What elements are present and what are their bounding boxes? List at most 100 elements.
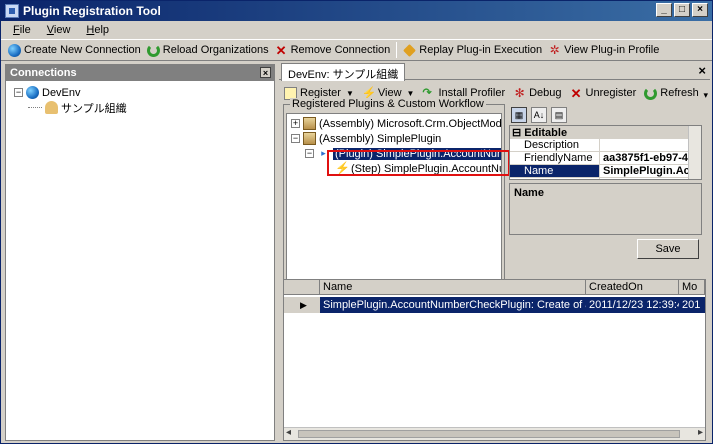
unregister-button[interactable]: ✕ Unregister <box>567 86 640 101</box>
globe-icon <box>26 86 39 99</box>
view-profile-button[interactable]: ✲ View Plug-in Profile <box>545 43 662 58</box>
column-header-modified[interactable]: Mo <box>679 280 705 294</box>
close-icon[interactable]: × <box>260 67 271 78</box>
property-key: FriendlyName <box>510 152 600 164</box>
main-toolbar: Create New Connection Reload Organizatio… <box>1 39 712 61</box>
replay-icon <box>403 43 417 57</box>
tree-item-label: (Assembly) Microsoft.Crm.ObjectModel <box>319 117 502 130</box>
remove-connection-label: Remove Connection <box>290 44 391 56</box>
toolbar-separator <box>396 42 398 58</box>
property-pages-icon[interactable]: ▤ <box>551 106 567 123</box>
reload-icon <box>146 43 160 57</box>
organization-icon <box>45 101 58 114</box>
collapse-icon[interactable]: − <box>291 134 300 143</box>
property-key: Description <box>510 139 600 151</box>
save-button[interactable]: Save <box>637 239 699 259</box>
cell-createdon[interactable]: 2011/12/23 12:39:44 <box>586 297 679 313</box>
refresh-button[interactable]: Refresh <box>641 86 702 101</box>
property-key: Name <box>510 165 600 177</box>
tab-strip: DevEnv: サンプル組織 × <box>279 62 710 81</box>
cell-modified[interactable]: 201 <box>679 297 705 313</box>
close-button[interactable]: × <box>692 3 708 17</box>
refresh-label: Refresh <box>660 87 699 99</box>
registered-plugins-label: Registered Plugins & Custom Workflow <box>290 98 486 110</box>
unregister-icon: ✕ <box>570 85 582 101</box>
properties-toolbar: ▦ A↓ ▤ <box>509 105 702 124</box>
debug-label: Debug <box>529 87 562 99</box>
table-row[interactable]: ▶ SimplePlugin.AccountNumberCheckPlugin:… <box>284 297 705 313</box>
menu-bar: File View Help <box>1 21 712 39</box>
organization-workspace: DevEnv: サンプル組織 × Register ▼ ⚡ View ▼ ↷ I… <box>279 62 710 442</box>
plugin-tree: + (Assembly) Microsoft.Crm.ObjectModel −… <box>286 113 502 297</box>
property-value[interactable] <box>600 139 701 151</box>
replay-execution-label: Replay Plug-in Execution <box>419 44 543 56</box>
registered-plugins-group: Registered Plugins & Custom Workflow + (… <box>283 98 510 304</box>
debug-button[interactable]: ✻ Debug <box>510 86 564 101</box>
expand-icon[interactable]: + <box>291 119 300 128</box>
property-category[interactable]: ⊟ Editable <box>510 126 701 139</box>
app-icon <box>5 4 19 18</box>
assembly-icon <box>303 117 316 130</box>
column-header-selector <box>284 280 320 294</box>
tree-node-label: DevEnv <box>42 86 81 99</box>
property-description: Name <box>509 183 702 235</box>
property-row-friendlyname[interactable]: FriendlyName aa3875f1-eb97-4 <box>510 152 701 165</box>
toolbar-overflow-icon[interactable]: ▾ <box>703 90 708 101</box>
property-value[interactable]: aa3875f1-eb97-4 <box>600 152 701 164</box>
menu-help[interactable]: Help <box>80 23 115 37</box>
properties-panel: ▦ A↓ ▤ ⊟ Editable Description FriendlyNa… <box>509 105 702 235</box>
tab-devenv[interactable]: DevEnv: サンプル組織 <box>281 63 406 81</box>
cell-name[interactable]: SimplePlugin.AccountNumberCheckPlugin: C… <box>320 297 586 313</box>
column-header-createdon[interactable]: CreatedOn <box>586 280 679 294</box>
assembly-icon <box>303 132 316 145</box>
steps-grid-header: Name CreatedOn Mo <box>284 280 705 295</box>
menu-file[interactable]: File <box>7 23 37 37</box>
bug-icon: ✻ <box>514 85 525 100</box>
tree-item-label: (Assembly) SimplePlugin <box>319 132 442 145</box>
replay-execution-button[interactable]: Replay Plug-in Execution <box>400 43 545 58</box>
reload-organizations-label: Reload Organizations <box>162 44 269 56</box>
dropdown-caret-icon: ▼ <box>406 88 415 98</box>
property-row-name[interactable]: Name SimplePlugin.Acc <box>510 165 701 178</box>
menu-view[interactable]: View <box>41 23 77 37</box>
create-connection-button[interactable]: Create New Connection <box>5 43 144 58</box>
property-value[interactable] <box>600 178 701 179</box>
connections-tree: − DevEnv サンプル組織 <box>6 81 274 115</box>
property-grid-scrollbar[interactable] <box>688 126 701 179</box>
close-tab-icon[interactable]: × <box>698 63 706 78</box>
categorized-icon[interactable]: ▦ <box>511 106 527 123</box>
annotation-highlight-box <box>327 150 510 176</box>
connections-title: Connections <box>10 67 77 79</box>
window-title: Plugin Registration Tool <box>23 4 161 18</box>
connections-panel: Connections × − DevEnv サンプル組織 <box>5 64 275 441</box>
steps-grid: Name CreatedOn Mo ▶ SimplePlugin.Account… <box>283 279 706 441</box>
reload-organizations-button[interactable]: Reload Organizations <box>144 43 272 58</box>
tree-item-assembly-simpleplugin[interactable]: − (Assembly) SimplePlugin <box>291 131 501 146</box>
maximize-button[interactable]: □ <box>674 3 690 17</box>
column-header-name[interactable]: Name <box>320 280 586 294</box>
property-category-label: ⊟ Editable <box>512 127 568 138</box>
collapse-icon[interactable]: − <box>305 149 314 158</box>
refresh-icon <box>644 86 658 100</box>
alphabetical-icon[interactable]: A↓ <box>531 106 547 123</box>
row-marker-icon: ▶ <box>284 297 320 313</box>
dropdown-caret-icon: ▼ <box>345 88 354 98</box>
title-bar: Plugin Registration Tool _ □ × <box>1 1 712 21</box>
steps-grid-scrollbar[interactable] <box>284 427 705 440</box>
globe-icon <box>8 43 21 57</box>
property-key: WorkflowActivity <box>510 178 600 179</box>
minimize-button[interactable]: _ <box>656 3 672 17</box>
tree-node-organization[interactable]: サンプル組織 <box>14 100 274 115</box>
property-row-description[interactable]: Description <box>510 139 701 152</box>
tree-node-devenv[interactable]: − DevEnv <box>14 85 274 100</box>
tree-item-assembly-crm[interactable]: + (Assembly) Microsoft.Crm.ObjectModel <box>291 116 501 131</box>
main-window: Plugin Registration Tool _ □ × File View… <box>0 0 713 444</box>
tree-connector <box>28 107 42 108</box>
view-profile-label: View Plug-in Profile <box>564 44 660 56</box>
property-row-workflowactivity[interactable]: WorkflowActivity <box>510 178 701 179</box>
property-value[interactable]: SimplePlugin.Acc <box>600 165 701 177</box>
collapse-icon[interactable]: − <box>14 88 23 97</box>
remove-connection-button[interactable]: ✕ Remove Connection <box>272 43 394 58</box>
scrollbar-thumb[interactable] <box>298 430 680 438</box>
profile-icon: ✲ <box>549 42 560 57</box>
